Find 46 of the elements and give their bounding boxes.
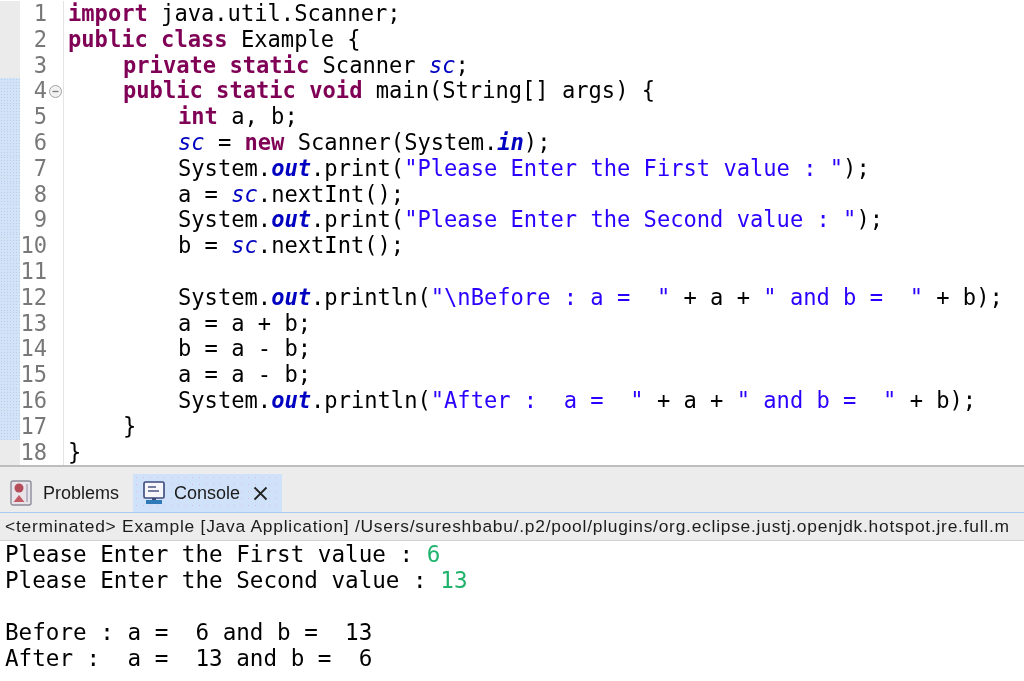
close-icon[interactable] bbox=[253, 485, 269, 501]
code-line: } bbox=[123, 413, 137, 440]
line-number: 15 bbox=[20, 362, 47, 388]
line-number: 6 bbox=[33, 130, 47, 156]
code-line: b = sc.nextInt(); bbox=[178, 233, 405, 259]
console-line: After : a = 13 and b = 6 bbox=[4, 645, 373, 671]
line-number: 11 bbox=[20, 258, 47, 285]
collapse-icon[interactable] bbox=[48, 84, 62, 98]
line-number: 1 bbox=[33, 1, 47, 27]
code-line: a = sc.nextInt(); bbox=[178, 181, 405, 208]
panel-tab[interactable]: Problems bbox=[8, 474, 126, 512]
line-number: 2 bbox=[33, 26, 47, 53]
code-line: public class Example { bbox=[68, 26, 361, 53]
code-line: System.out.print("Please Enter the Second value : "); bbox=[178, 207, 884, 234]
console-line: Before : a = 6 and b = 13 bbox=[4, 619, 373, 645]
line-number: 10 bbox=[20, 233, 47, 259]
report-icon bbox=[10, 480, 34, 506]
code-line: import java.util.Scanner; bbox=[68, 1, 401, 27]
console-line: Please Enter the Second value : 13 bbox=[4, 567, 468, 593]
line-number: 13 bbox=[20, 310, 47, 337]
code-line: System.out.print("Please Enter the First value : "); bbox=[178, 155, 870, 182]
line-number: 14 bbox=[20, 336, 47, 363]
line-number: 3 bbox=[33, 52, 47, 79]
code-line: public static void main(String[] args) { bbox=[123, 78, 656, 105]
line-number: 8 bbox=[33, 181, 47, 208]
code-line: a = a + b; bbox=[178, 310, 311, 337]
line-number: 16 bbox=[20, 387, 47, 414]
code-line: } bbox=[68, 439, 82, 465]
code-line: b = a - b; bbox=[178, 336, 311, 363]
code-line: System.out.println("\nBefore : a = " + a + " and b = " + b); bbox=[178, 284, 1003, 311]
line-number: 18 bbox=[20, 439, 47, 465]
line-number: 12 bbox=[20, 284, 47, 311]
console-status-text: <terminated> Example [Java Application] /Users/sureshbabu/.p2/pool/plugins/org.eclipse.justj.openjdk.hotspot.jre.full.m bbox=[0, 513, 1024, 541]
line-number: 4 bbox=[33, 78, 47, 105]
console-line: Please Enter the First value : 6 bbox=[4, 541, 441, 567]
line-number: 9 bbox=[33, 207, 47, 234]
monitor-icon bbox=[143, 481, 166, 505]
code-line: System.out.println("After : a = " + a + " and b = " + b); bbox=[178, 387, 977, 414]
code-line: a = a - b; bbox=[178, 362, 311, 388]
code-line: sc = new Scanner(System.in); bbox=[178, 130, 551, 156]
panel-tab[interactable]: Console bbox=[133, 474, 283, 512]
line-number: 7 bbox=[33, 155, 47, 182]
line-number: 17 bbox=[20, 413, 47, 440]
code-line: int a, b; bbox=[178, 104, 298, 130]
line-number: 5 bbox=[33, 104, 47, 130]
code-line: private static Scanner sc; bbox=[123, 52, 469, 79]
